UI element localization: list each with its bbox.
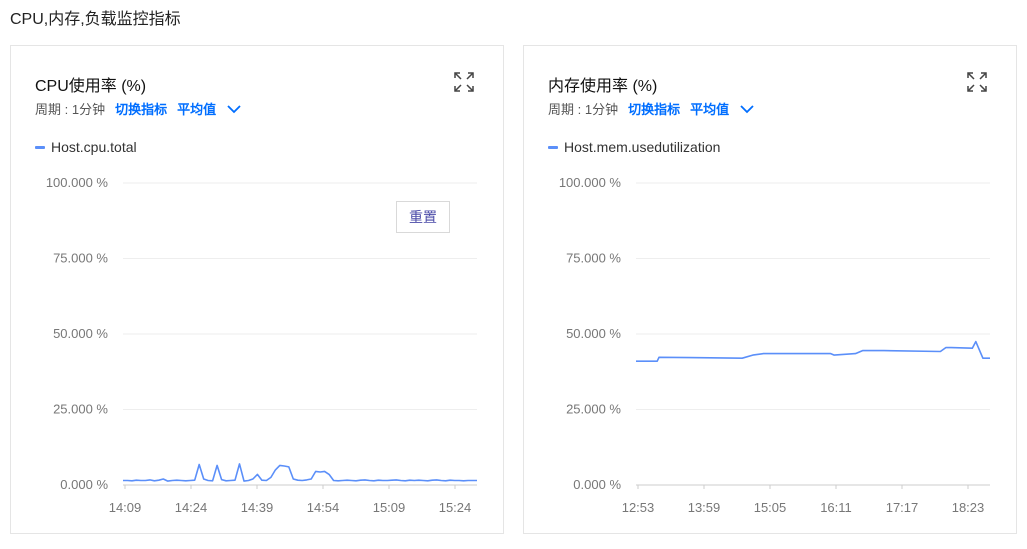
card-title: CPU使用率 (%)	[35, 78, 147, 95]
x-tick-label: 15:09	[373, 500, 406, 515]
x-tick-label: 14:39	[241, 500, 274, 515]
expand-icon[interactable]	[453, 71, 475, 93]
x-tick-label: 13:59	[688, 500, 721, 515]
y-tick-label: 50.000 %	[566, 326, 621, 341]
chart-legend[interactable]: Host.cpu.total	[35, 139, 137, 155]
switch-metric-link[interactable]: 切换指标	[628, 99, 680, 118]
x-tick-label: 12:53	[622, 500, 655, 515]
switch-metric-link[interactable]: 切换指标	[115, 99, 167, 118]
chart-legend[interactable]: Host.mem.usedutilization	[548, 139, 720, 155]
x-tick-label: 18:23	[952, 500, 985, 515]
legend-label: Host.cpu.total	[51, 139, 137, 155]
x-tick-label: 14:24	[175, 500, 208, 515]
y-tick-label: 100.000 %	[559, 175, 622, 190]
y-tick-label: 100.000 %	[46, 175, 109, 190]
y-tick-label: 75.000 %	[53, 251, 108, 266]
x-tick-label: 16:11	[820, 500, 852, 515]
y-tick-label: 25.000 %	[566, 402, 621, 417]
y-tick-label: 75.000 %	[566, 251, 621, 266]
x-tick-label: 17:17	[886, 500, 919, 515]
memory-usage-card: 内存使用率 (%) 周期 : 1分钟 切换指标 平均值 Host.mem.use…	[523, 45, 1017, 534]
reset-button[interactable]: 重置	[396, 201, 450, 233]
chevron-down-icon[interactable]	[226, 103, 242, 115]
card-meta: 周期 : 1分钟 切换指标 平均值	[548, 99, 755, 118]
series-line[interactable]	[123, 463, 477, 482]
series-line[interactable]	[636, 340, 990, 362]
period-label: 周期 : 1分钟	[548, 102, 619, 117]
x-tick-label: 15:24	[439, 500, 472, 515]
x-tick-label: 15:05	[754, 500, 787, 515]
x-tick-label: 14:09	[109, 500, 142, 515]
x-tick-label: 14:54	[307, 500, 340, 515]
y-tick-label: 0.000 %	[60, 477, 108, 492]
card-meta: 周期 : 1分钟 切换指标 平均值	[35, 99, 242, 118]
page-title: CPU,内存,负载监控指标	[10, 11, 181, 28]
chevron-down-icon[interactable]	[739, 103, 755, 115]
y-tick-label: 50.000 %	[53, 326, 108, 341]
legend-swatch	[35, 145, 45, 149]
memory-line-chart[interactable]: 0.000 % 25.000 % 50.000 % 75.000 % 100.000 %…	[524, 166, 1018, 535]
aggregation-select[interactable]: 平均值	[177, 99, 216, 118]
cpu-usage-card: CPU使用率 (%) 周期 : 1分钟 切换指标 平均值 Host.cpu.to…	[10, 45, 504, 534]
card-title: 内存使用率 (%)	[548, 78, 658, 95]
expand-icon[interactable]	[966, 71, 988, 93]
legend-swatch	[548, 145, 558, 149]
aggregation-select[interactable]: 平均值	[690, 99, 729, 118]
y-tick-label: 0.000 %	[573, 477, 621, 492]
legend-label: Host.mem.usedutilization	[564, 139, 721, 155]
y-tick-label: 25.000 %	[53, 402, 108, 417]
period-label: 周期 : 1分钟	[35, 102, 106, 117]
